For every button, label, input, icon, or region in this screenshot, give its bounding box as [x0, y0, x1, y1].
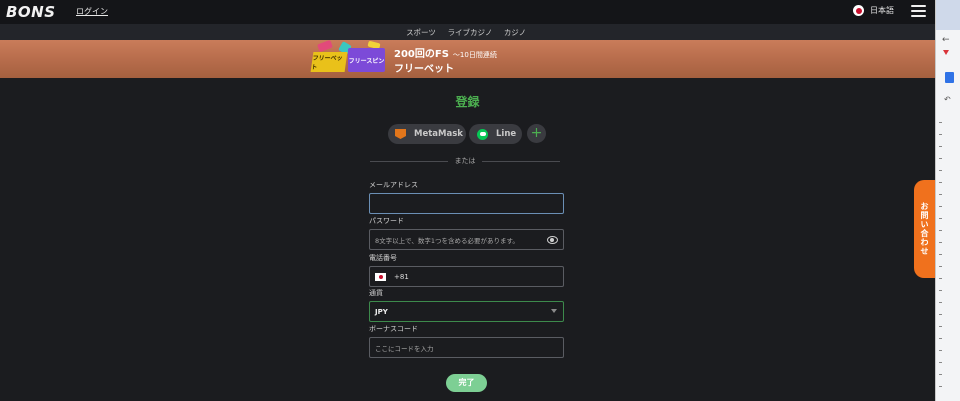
japan-flag-icon[interactable]	[375, 272, 386, 281]
currency-label: 通貨	[369, 289, 383, 297]
password-placeholder: 8文字以上で、数字1つを含める必要があります。	[375, 236, 519, 245]
japan-flag-icon	[853, 5, 864, 16]
contact-tab[interactable]: お問い合わせ	[914, 180, 935, 278]
top-header: BONS ログイン 日本語	[0, 0, 935, 24]
freespin-tag: フリースピン	[348, 48, 385, 72]
undo-icon[interactable]: ↶	[944, 95, 951, 104]
page-title: 登録	[455, 95, 480, 109]
bonus-code-placeholder: ここにコードを入力	[375, 344, 434, 353]
ruler	[939, 122, 942, 392]
document-icon[interactable]	[945, 72, 954, 83]
language-selector[interactable]: 日本語	[853, 5, 894, 16]
submit-button[interactable]: 完了	[446, 374, 487, 392]
menu-icon[interactable]	[911, 5, 926, 17]
bonus-code-field[interactable]: ここにコードを入力	[369, 337, 564, 358]
line-label: Line	[496, 129, 517, 139]
currency-select[interactable]: JPY	[369, 301, 564, 322]
password-field[interactable]: 8文字以上で、数字1つを含める必要があります。	[369, 229, 564, 250]
or-divider: または	[370, 155, 560, 167]
phone-label: 電話番号	[369, 254, 397, 262]
email-label: メールアドレス	[369, 181, 418, 189]
freebet-tag: フリーベット	[310, 52, 348, 72]
promo-line2: フリーベット	[394, 64, 454, 75]
password-label: パスワード	[369, 217, 404, 225]
back-arrow-icon[interactable]: ←	[942, 35, 950, 45]
phone-field[interactable]: +81	[369, 266, 564, 287]
promo-subtitle: 〜10日間連続	[452, 51, 497, 59]
promo-title: 200回のFS 〜10日間連続	[394, 49, 497, 60]
chevron-down-icon	[551, 309, 557, 313]
metamask-button[interactable]: MetaMask	[388, 124, 466, 144]
side-panel-header	[936, 0, 960, 30]
phone-country-code: +81	[394, 272, 409, 281]
promo-banner[interactable]: フリーベット フリースピン 200回のFS 〜10日間連続 フリーベット	[0, 40, 935, 78]
dropdown-marker-icon[interactable]	[943, 50, 949, 55]
language-label: 日本語	[870, 6, 894, 15]
eye-icon[interactable]	[547, 236, 558, 244]
line-icon	[477, 128, 488, 140]
metamask-label: MetaMask	[414, 129, 463, 139]
bonus-code-label: ボーナスコード	[369, 325, 418, 333]
more-options-button[interactable]: +	[527, 124, 546, 143]
email-field[interactable]	[369, 193, 564, 214]
category-tabs: スポーツ ライブカジノ カジノ	[0, 24, 935, 42]
browser-side-panel: ← ↶	[935, 0, 960, 401]
site-logo[interactable]: BONS	[6, 3, 56, 21]
contact-label: お問い合わせ	[920, 202, 929, 256]
currency-value: JPY	[375, 307, 388, 316]
line-button[interactable]: Line	[469, 124, 522, 144]
metamask-icon	[395, 129, 406, 139]
login-link[interactable]: ログイン	[76, 6, 108, 17]
